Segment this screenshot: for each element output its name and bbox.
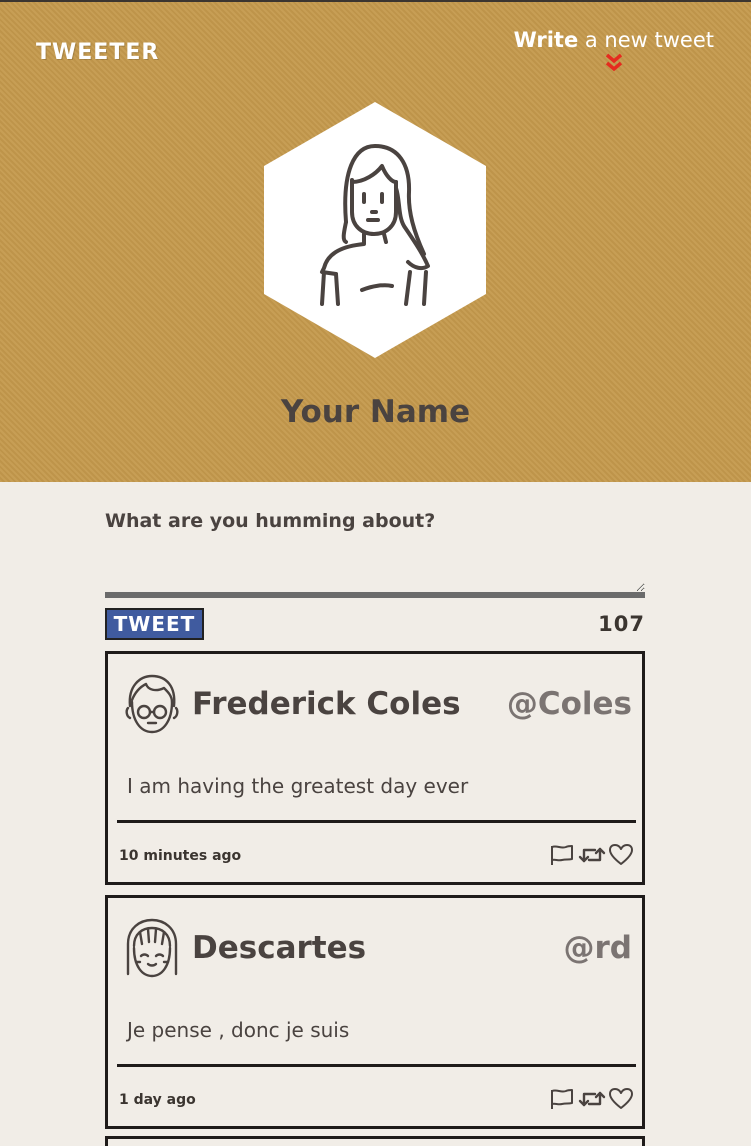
user-avatar (126, 918, 178, 978)
retweet-icon[interactable] (578, 843, 606, 867)
chevron-double-down-icon (605, 53, 622, 72)
tweet-text: Je pense , donc je suis (127, 1018, 350, 1042)
compose-link-bold: Write (513, 28, 579, 52)
tweet-divider (117, 1064, 636, 1067)
tweet-actions (548, 843, 634, 867)
heart-icon[interactable] (608, 1087, 634, 1111)
tweet-timestamp: 10 minutes ago (119, 848, 242, 864)
tweet-author-handle[interactable]: @rd (564, 930, 632, 966)
profile-name: Your Name (280, 394, 471, 430)
tweet-card: Descartes @rd Je pense , donc je suis 1 … (105, 895, 645, 1129)
write-new-tweet-link[interactable]: Write a new tweet (514, 28, 714, 74)
tweet-card: Frederick Coles @Coles I am having the g… (105, 651, 645, 885)
tweet-author-name: Descartes (192, 930, 367, 966)
tweet-author-name: Frederick Coles (192, 686, 461, 722)
composer-label: What are you humming about? (105, 510, 436, 532)
retweet-icon[interactable] (578, 1087, 606, 1111)
tweet-actions (548, 1087, 634, 1111)
tweet-button[interactable]: TWEET (105, 608, 204, 640)
heart-icon[interactable] (608, 843, 634, 867)
brand-logo[interactable]: TWEETER (36, 40, 159, 65)
tweet-timestamp: 1 day ago (119, 1092, 196, 1108)
tweet-text: I am having the greatest day ever (127, 774, 469, 798)
profile-avatar (264, 102, 486, 358)
tweet-divider (117, 820, 636, 823)
flag-icon[interactable] (548, 1087, 574, 1111)
tweet-card-partial (105, 1136, 645, 1146)
flag-icon[interactable] (548, 843, 574, 867)
tweet-textarea[interactable] (105, 540, 645, 598)
character-counter: 107 (598, 612, 645, 636)
tweet-author-handle[interactable]: @Coles (507, 686, 632, 722)
profile-header: TWEETER Write a new tweet Your Name (0, 2, 751, 482)
user-avatar (125, 674, 179, 734)
compose-link-rest: a new tweet (578, 28, 714, 52)
